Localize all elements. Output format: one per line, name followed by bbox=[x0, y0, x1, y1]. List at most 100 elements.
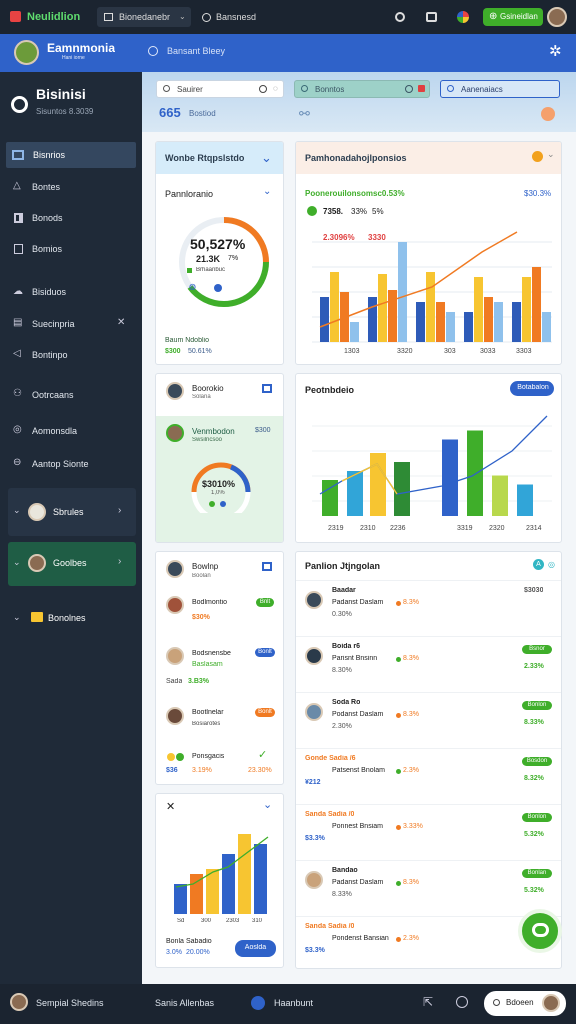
bar-chart-card-2: Peotnbdeio Botabalon 2319 2310 2236 3319… bbox=[295, 373, 562, 543]
list-item[interactable]: Baadar Padanst Daslam 8.3% 0.30% $3030 bbox=[296, 580, 561, 636]
sidebar-item-10[interactable]: ⊖ Aantop Sionte bbox=[6, 453, 136, 475]
contacts-card: Bowlnp Boolan Bodlmontio $30% Bnlt Bodsn… bbox=[155, 551, 284, 785]
x-tick-3: 2303 bbox=[226, 918, 240, 924]
sidebar-item-4[interactable]: Bomios bbox=[6, 238, 136, 260]
x-tick-1: Sd bbox=[177, 918, 185, 924]
list-item[interactable]: Soda Ro Podanst Daslam 8.3% 2.30% Bonlon 8.33… bbox=[296, 692, 561, 748]
bar-main-bar bbox=[330, 272, 339, 342]
share-icon[interactable]: ⇱ bbox=[423, 995, 433, 1009]
notification-icon[interactable] bbox=[395, 12, 405, 22]
avatar bbox=[166, 424, 184, 442]
sidebar-subtitle: Sisuntos 8.3039 bbox=[36, 107, 94, 116]
info-icon[interactable]: A bbox=[533, 559, 544, 570]
sidebar-profile-1[interactable]: ⌄ Sbrules › bbox=[8, 488, 136, 536]
mini-value-1: 3.0% bbox=[166, 949, 182, 956]
bar-main-bar bbox=[532, 267, 541, 342]
donut-sub1: 21.3K bbox=[196, 254, 221, 264]
sidebar-item-9[interactable]: ◎ Aomonsdla bbox=[6, 420, 136, 442]
chevron-down-icon[interactable]: ⌄ bbox=[263, 186, 271, 197]
sidebar-item-7[interactable]: ◁ Bontinpo bbox=[6, 344, 136, 366]
contact-value: Baslasam bbox=[192, 661, 223, 668]
close-icon[interactable]: ✕ bbox=[166, 800, 175, 813]
brand-subtitle: Hani iorne bbox=[62, 55, 85, 61]
status-dot bbox=[396, 937, 401, 942]
emoji-icon[interactable] bbox=[541, 107, 555, 121]
bottom-search[interactable]: Bdoeen bbox=[484, 991, 566, 1016]
search-icon bbox=[148, 46, 158, 56]
more-icon: ◌ bbox=[273, 84, 278, 93]
chevron-right-icon: › bbox=[118, 556, 122, 567]
chevron-down-icon[interactable]: ⌄ bbox=[261, 150, 272, 166]
list-item[interactable]: Bodsnensbe Baslasam Bonlt bbox=[156, 643, 283, 677]
settings-icon[interactable]: ✲ bbox=[549, 42, 562, 60]
bottom-middle-label[interactable]: Sanis Allenbas bbox=[155, 998, 214, 1008]
info-icon[interactable]: ◎ bbox=[548, 560, 555, 569]
avatar bbox=[542, 994, 560, 1012]
bar-main-bar bbox=[494, 302, 503, 342]
dashboard-icon bbox=[12, 150, 24, 160]
bar-card-right: $30.3% bbox=[524, 189, 552, 198]
help-icon[interactable] bbox=[456, 996, 468, 1008]
x-tick-6: 2314 bbox=[526, 525, 542, 532]
list-item[interactable]: Gonde Sadia /6 Patsenst Bnolam 2.3% ¥212 Bos… bbox=[296, 748, 561, 804]
bar-main-bar bbox=[378, 274, 387, 342]
list-item[interactable]: Bandao Padanst Daslam 8.3% 8.33% Bonlan 5.32% bbox=[296, 860, 561, 916]
avatar[interactable] bbox=[10, 993, 28, 1011]
sidebar-profile-label: Sbrules bbox=[53, 507, 84, 517]
search-input[interactable]: Bansant Bleey bbox=[167, 46, 367, 56]
sidebar-profile-3[interactable]: ⌄ Bonolnes bbox=[8, 604, 136, 632]
filter-2[interactable]: Bonntos bbox=[294, 80, 430, 98]
shield-icon: ◍ bbox=[189, 282, 196, 291]
folder-icon bbox=[31, 612, 43, 622]
user-avatar[interactable] bbox=[547, 7, 567, 27]
sidebar-item-3[interactable]: Bonods bbox=[6, 207, 136, 229]
apps-icon[interactable] bbox=[457, 11, 469, 23]
sidebar-item-5[interactable]: ☁ Bisiduos bbox=[6, 281, 136, 303]
chat-icon[interactable] bbox=[426, 12, 437, 22]
document-icon bbox=[14, 244, 23, 254]
sidebar-item-1[interactable]: Bisnrios bbox=[6, 142, 136, 168]
chevron-down-icon[interactable]: ⌄ bbox=[263, 798, 272, 811]
close-icon[interactable] bbox=[418, 85, 425, 92]
tab-1[interactable]: Bionedanebr ⌄ bbox=[97, 7, 191, 27]
filter-bar: Sauirer ◌ Bonntos Aanenaiacs 665 Bostiod… bbox=[142, 72, 576, 132]
list-item-name: Podanst Daslam bbox=[332, 711, 384, 718]
avatar bbox=[28, 554, 46, 572]
status-dot bbox=[396, 881, 401, 886]
status-dot bbox=[396, 825, 401, 830]
bar2-button[interactable]: Botabalon bbox=[510, 381, 554, 396]
sidebar-item-6[interactable]: ▤ Suecinpria ✕ bbox=[6, 313, 136, 335]
sidebar-item-8[interactable]: ⚇ Ootrcaans bbox=[6, 384, 136, 406]
grid-icon[interactable] bbox=[262, 562, 272, 571]
x-tick-3: 303 bbox=[444, 348, 456, 355]
sidebar-item-2[interactable]: △ Bontes bbox=[6, 176, 136, 198]
filter-1[interactable]: Sauirer ◌ bbox=[156, 80, 284, 98]
bar-l1c: 5% bbox=[372, 207, 384, 216]
list-item-name: Pondenst Bansian bbox=[332, 935, 389, 942]
globe-icon[interactable] bbox=[251, 996, 265, 1010]
list-item-top: Gonde Sadia /6 bbox=[305, 755, 356, 762]
mini-chart-button[interactable]: Aoslda bbox=[235, 940, 276, 957]
search-icon bbox=[259, 85, 267, 93]
sidebar-profile-2[interactable]: ⌄ Goolbes › bbox=[8, 542, 136, 586]
list-title: Panlion Jtjngolan bbox=[305, 561, 381, 571]
list-item[interactable]: Bootlnelar Bosiarotes Bonlt bbox=[156, 703, 283, 737]
bottom-right-label[interactable]: Haanbunt bbox=[274, 998, 313, 1008]
tab-2[interactable]: Bansnesd bbox=[196, 7, 270, 27]
list-item[interactable]: Boida r6 Parisnt Bnsinn 8.3% 8.30% Bsnor 2.33… bbox=[296, 636, 561, 692]
chat-fab[interactable] bbox=[518, 909, 562, 953]
mini-chart-button-label: Aoslda bbox=[244, 944, 267, 951]
filter-3[interactable]: Aanenaiacs bbox=[440, 80, 560, 98]
bar-second-bar bbox=[517, 484, 533, 516]
list-item[interactable]: Bodlmontio $30% Bnlt bbox=[156, 592, 283, 626]
list-item[interactable]: Sanda Sadia /0 Ponnest Bnsiam 3.33% $3.3% Bo… bbox=[296, 804, 561, 860]
top-action-button[interactable]: ⊕ Gsineidlan bbox=[483, 8, 543, 26]
bar-main-bar bbox=[436, 302, 445, 342]
x-tick-5: 3303 bbox=[516, 348, 532, 355]
bar-chart bbox=[312, 231, 552, 343]
sidebar-item-label: Bisnrios bbox=[33, 150, 66, 160]
bar-main-bar bbox=[464, 312, 473, 342]
grid-icon[interactable] bbox=[262, 384, 272, 393]
sync-icon[interactable]: ⚯ bbox=[299, 106, 310, 122]
chevron-down-icon[interactable]: ⌄ bbox=[547, 149, 555, 160]
